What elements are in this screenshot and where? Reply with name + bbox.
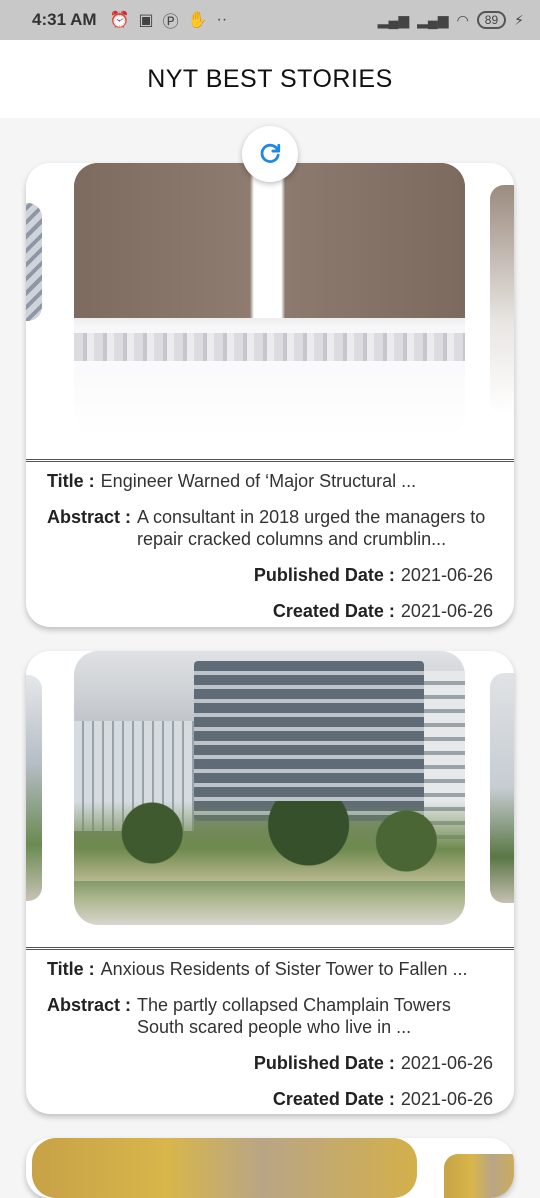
abstract-row: Abstract : A consultant in 2018 urged th…: [47, 506, 493, 550]
created-label: Created Date :: [272, 601, 395, 621]
story-info: Title : Anxious Residents of Sister Towe…: [26, 950, 514, 1110]
page-title: NYT BEST STORIES: [147, 64, 393, 93]
story-image[interactable]: [74, 163, 465, 437]
status-time: 4:31 AM: [32, 10, 97, 29]
published-label: Published Date :: [253, 1053, 395, 1073]
published-label: Published Date :: [253, 565, 395, 585]
abstract-label: Abstract :: [47, 995, 132, 1015]
created-date: 2021-06-26: [400, 601, 493, 621]
signal-icon-2: ▂▄▆: [417, 11, 449, 28]
image-carousel[interactable]: [26, 1138, 514, 1198]
status-bar: 4:31 AM ⏰ ▣ Ⓟ ✋ ·· ▂▄▆ ▂▄▆ ◠ 89 ⚡: [0, 0, 540, 40]
app-bar: NYT BEST STORIES: [0, 40, 540, 118]
refresh-button[interactable]: [242, 126, 298, 182]
wave-icon: ✋: [187, 12, 208, 29]
more-notifications-icon: ··: [216, 11, 228, 28]
story-title: Anxious Residents of Sister Tower to Fal…: [100, 959, 468, 979]
published-row: Published Date : 2021-06-26: [47, 1052, 493, 1074]
story-title: Engineer Warned of ‘Major Structural ...: [100, 471, 417, 491]
title-row: Title : Engineer Warned of ‘Major Struct…: [47, 470, 493, 492]
alarm-icon: ⏰: [109, 12, 130, 29]
image-carousel[interactable]: [26, 651, 514, 947]
status-left: 4:31 AM ⏰ ▣ Ⓟ ✋ ··: [32, 8, 227, 32]
carousel-next-image[interactable]: [490, 185, 514, 415]
signal-icon: ▂▄▆: [377, 11, 410, 28]
story-image[interactable]: [74, 651, 465, 925]
story-abstract: The partly collapsed Champlain Towers So…: [137, 995, 451, 1037]
p-app-icon: Ⓟ: [162, 14, 179, 31]
carousel-prev-image[interactable]: [26, 203, 42, 321]
wifi-icon: ◠: [456, 11, 469, 28]
title-label: Title :: [47, 471, 95, 491]
status-right: ▂▄▆ ▂▄▆ ◠ 89 ⚡: [378, 11, 524, 29]
published-row: Published Date : 2021-06-26: [47, 564, 493, 586]
story-abstract: A consultant in 2018 urged the managers …: [137, 507, 486, 549]
battery-icon: 89: [476, 11, 507, 29]
title-label: Title :: [47, 959, 95, 979]
story-image[interactable]: [32, 1138, 417, 1198]
published-date: 2021-06-26: [400, 565, 493, 585]
battery-level: 89: [484, 13, 499, 27]
story-card[interactable]: [26, 1138, 514, 1198]
created-row: Created Date : 2021-06-26: [47, 1088, 493, 1110]
carousel-next-image[interactable]: [444, 1154, 514, 1198]
story-info: Title : Engineer Warned of ‘Major Struct…: [26, 462, 514, 622]
abstract-row: Abstract : The partly collapsed Champlai…: [47, 994, 493, 1038]
created-row: Created Date : 2021-06-26: [47, 600, 493, 622]
image-carousel[interactable]: [26, 163, 514, 459]
message-icon: ▣: [138, 12, 154, 29]
story-card[interactable]: Title : Engineer Warned of ‘Major Struct…: [26, 163, 514, 627]
refresh-icon: [260, 143, 281, 163]
charging-icon: ⚡: [514, 11, 524, 28]
story-card[interactable]: Title : Anxious Residents of Sister Towe…: [26, 651, 514, 1114]
title-row: Title : Anxious Residents of Sister Towe…: [47, 958, 493, 980]
carousel-next-image[interactable]: [490, 673, 514, 903]
created-date: 2021-06-26: [400, 1089, 493, 1109]
abstract-label: Abstract :: [47, 507, 132, 527]
created-label: Created Date :: [272, 1089, 395, 1109]
carousel-prev-image[interactable]: [26, 675, 42, 901]
published-date: 2021-06-26: [400, 1053, 493, 1073]
